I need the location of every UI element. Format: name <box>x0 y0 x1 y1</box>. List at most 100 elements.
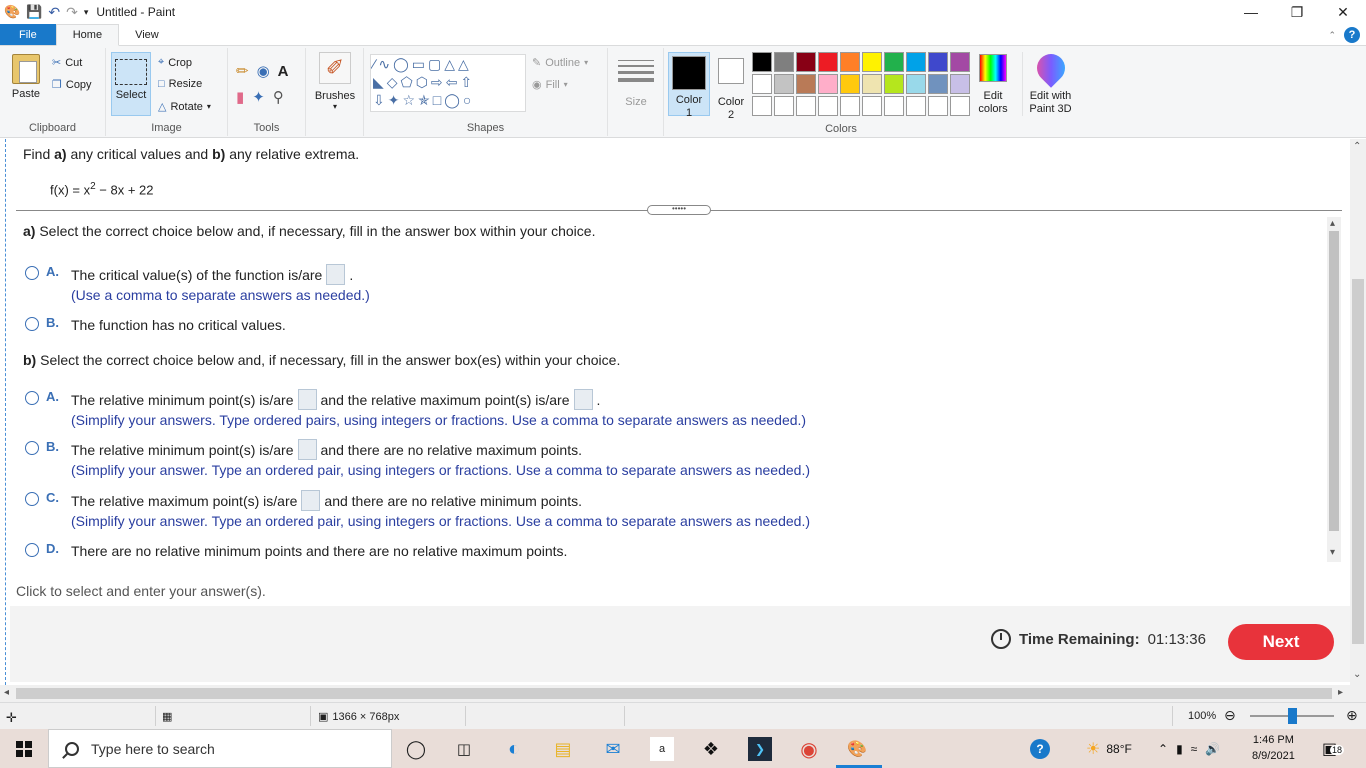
palette-swatch[interactable] <box>796 52 816 72</box>
paste-button[interactable]: Paste <box>6 54 46 100</box>
palette-swatch[interactable] <box>906 52 926 72</box>
outline-button[interactable]: ✎ Outline ▾ <box>532 56 588 70</box>
close-button[interactable]: ✕ <box>1320 0 1366 24</box>
pencil-icon[interactable]: ✏ <box>236 62 249 80</box>
palette-swatch[interactable] <box>774 96 794 116</box>
customize-dropdown-icon[interactable]: ▾ <box>84 7 89 18</box>
palette-swatch[interactable] <box>840 96 860 116</box>
app-icon[interactable]: ❯ <box>748 737 772 761</box>
palette-swatch[interactable] <box>752 52 772 72</box>
color1-button[interactable]: Color 1 <box>668 52 710 119</box>
palette-swatch[interactable] <box>752 74 772 94</box>
cortana-icon[interactable]: ◯ <box>404 737 428 761</box>
brushes-button[interactable]: ✐ Brushes ▾ <box>312 52 358 111</box>
redo-icon[interactable]: ↷ <box>66 4 78 21</box>
fill-bucket-icon[interactable]: ◉ <box>257 62 270 80</box>
tab-view[interactable]: View <box>119 24 175 45</box>
select-button[interactable]: Select <box>111 52 151 116</box>
scrollbar-thumb[interactable] <box>16 688 1332 699</box>
color-picker-icon[interactable]: ✦ <box>252 88 265 106</box>
palette-swatch[interactable] <box>818 52 838 72</box>
palette-swatch[interactable] <box>796 96 816 116</box>
edit-colors-button[interactable]: Edit colors <box>972 52 1014 116</box>
chevron-up-icon[interactable]: ⌃ <box>1158 742 1168 756</box>
magnifier-icon[interactable]: ⚲ <box>273 88 284 106</box>
scroll-down-icon[interactable]: ▾ <box>1330 547 1335 558</box>
canvas[interactable]: Find a) any critical values and b) any r… <box>0 139 1366 685</box>
taskbar-search[interactable]: Type here to search <box>48 729 392 768</box>
next-button[interactable]: Next <box>1228 624 1334 660</box>
palette-swatch[interactable] <box>928 74 948 94</box>
color2-button[interactable]: Color 2 <box>712 52 750 122</box>
volume-icon[interactable]: 🔊 <box>1205 742 1220 756</box>
weather-widget[interactable]: ☀ 88°F <box>1086 729 1132 768</box>
radio-button[interactable] <box>25 391 39 405</box>
palette-swatch[interactable] <box>884 96 904 116</box>
save-icon[interactable]: 💾 <box>26 4 42 20</box>
undo-icon[interactable]: ↶ <box>48 4 60 21</box>
task-view-icon[interactable]: ◫ <box>452 737 476 761</box>
palette-swatch[interactable] <box>862 52 882 72</box>
scroll-down-icon[interactable]: ⌄ <box>1353 669 1361 680</box>
zoom-out-icon[interactable]: ⊖ <box>1224 707 1236 724</box>
palette-swatch[interactable] <box>840 74 860 94</box>
wifi-icon[interactable]: ≈ <box>1191 742 1198 756</box>
scrollbar-thumb[interactable] <box>1352 279 1364 644</box>
scroll-left-icon[interactable]: ◂ <box>4 687 9 698</box>
palette-swatch[interactable] <box>928 52 948 72</box>
palette-swatch[interactable] <box>840 52 860 72</box>
cut-button[interactable]: ✂ Cut <box>52 56 82 70</box>
edit-paint3d-button[interactable]: Edit with Paint 3D <box>1022 48 1078 116</box>
question-scrollbar[interactable]: ▴ ▾ <box>1327 217 1341 562</box>
text-tool-icon[interactable]: A <box>278 63 289 80</box>
answer-box[interactable] <box>297 439 317 460</box>
radio-button[interactable] <box>25 492 39 506</box>
palette-swatch[interactable] <box>906 74 926 94</box>
answer-box-max[interactable] <box>573 389 593 410</box>
palette-swatch[interactable] <box>906 96 926 116</box>
tab-home[interactable]: Home <box>55 24 120 46</box>
answer-box[interactable] <box>326 264 346 285</box>
resize-button[interactable]: □ Resize <box>158 78 202 90</box>
help-icon[interactable]: ? <box>1344 27 1360 43</box>
zoom-slider-thumb[interactable] <box>1288 708 1297 724</box>
rotate-button[interactable]: △ Rotate ▾ <box>158 100 211 114</box>
palette-swatch[interactable] <box>950 96 970 116</box>
scrollbar-thumb[interactable] <box>1329 231 1339 531</box>
palette-swatch[interactable] <box>862 96 882 116</box>
amazon-icon[interactable]: a <box>650 737 674 761</box>
canvas-horizontal-scrollbar[interactable]: ◂ ▸ <box>0 685 1366 702</box>
answer-box[interactable] <box>301 490 321 511</box>
palette-swatch[interactable] <box>884 74 904 94</box>
paint-taskbar-icon[interactable]: 🎨 <box>845 737 869 761</box>
clock[interactable]: 1:46 PM 8/9/2021 <box>1252 732 1295 764</box>
palette-swatch[interactable] <box>774 74 794 94</box>
scroll-right-icon[interactable]: ▸ <box>1338 687 1343 698</box>
file-explorer-icon[interactable]: ▤ <box>551 737 575 761</box>
radio-button[interactable] <box>25 266 39 280</box>
shapes-gallery[interactable]: ∕∿◯▭▢△△ ◣◇⬠⬡⇨⇦⇧ ⇩✦☆✯□◯○ <box>370 54 526 112</box>
scroll-up-icon[interactable]: ⌃ <box>1353 141 1361 152</box>
restore-button[interactable]: ❐ <box>1274 0 1320 24</box>
canvas-vertical-scrollbar[interactable]: ⌃ ⌄ <box>1350 139 1366 685</box>
zoom-in-icon[interactable]: ⊕ <box>1346 707 1358 724</box>
help-tray-icon[interactable]: ? <box>1030 729 1050 768</box>
size-button[interactable]: Size <box>618 56 654 108</box>
radio-button[interactable] <box>25 317 39 331</box>
eraser-icon[interactable]: ▮ <box>236 88 244 106</box>
palette-swatch[interactable] <box>818 74 838 94</box>
radio-button[interactable] <box>25 543 39 557</box>
pane-resize-handle[interactable]: ••••• <box>647 205 711 215</box>
chrome-icon[interactable]: ◉ <box>797 737 821 761</box>
copy-button[interactable]: ❐ Copy <box>52 78 92 92</box>
palette-swatch[interactable] <box>928 96 948 116</box>
fill-button[interactable]: ◉ Fill ▾ <box>532 78 568 92</box>
palette-swatch[interactable] <box>950 52 970 72</box>
dropbox-icon[interactable]: ❖ <box>699 737 723 761</box>
crop-button[interactable]: ⌖ Crop <box>158 56 192 69</box>
battery-icon[interactable]: ▮ <box>1176 742 1183 756</box>
palette-swatch[interactable] <box>796 74 816 94</box>
tab-file[interactable]: File <box>0 24 56 45</box>
radio-button[interactable] <box>25 441 39 455</box>
answer-box-min[interactable] <box>297 389 317 410</box>
